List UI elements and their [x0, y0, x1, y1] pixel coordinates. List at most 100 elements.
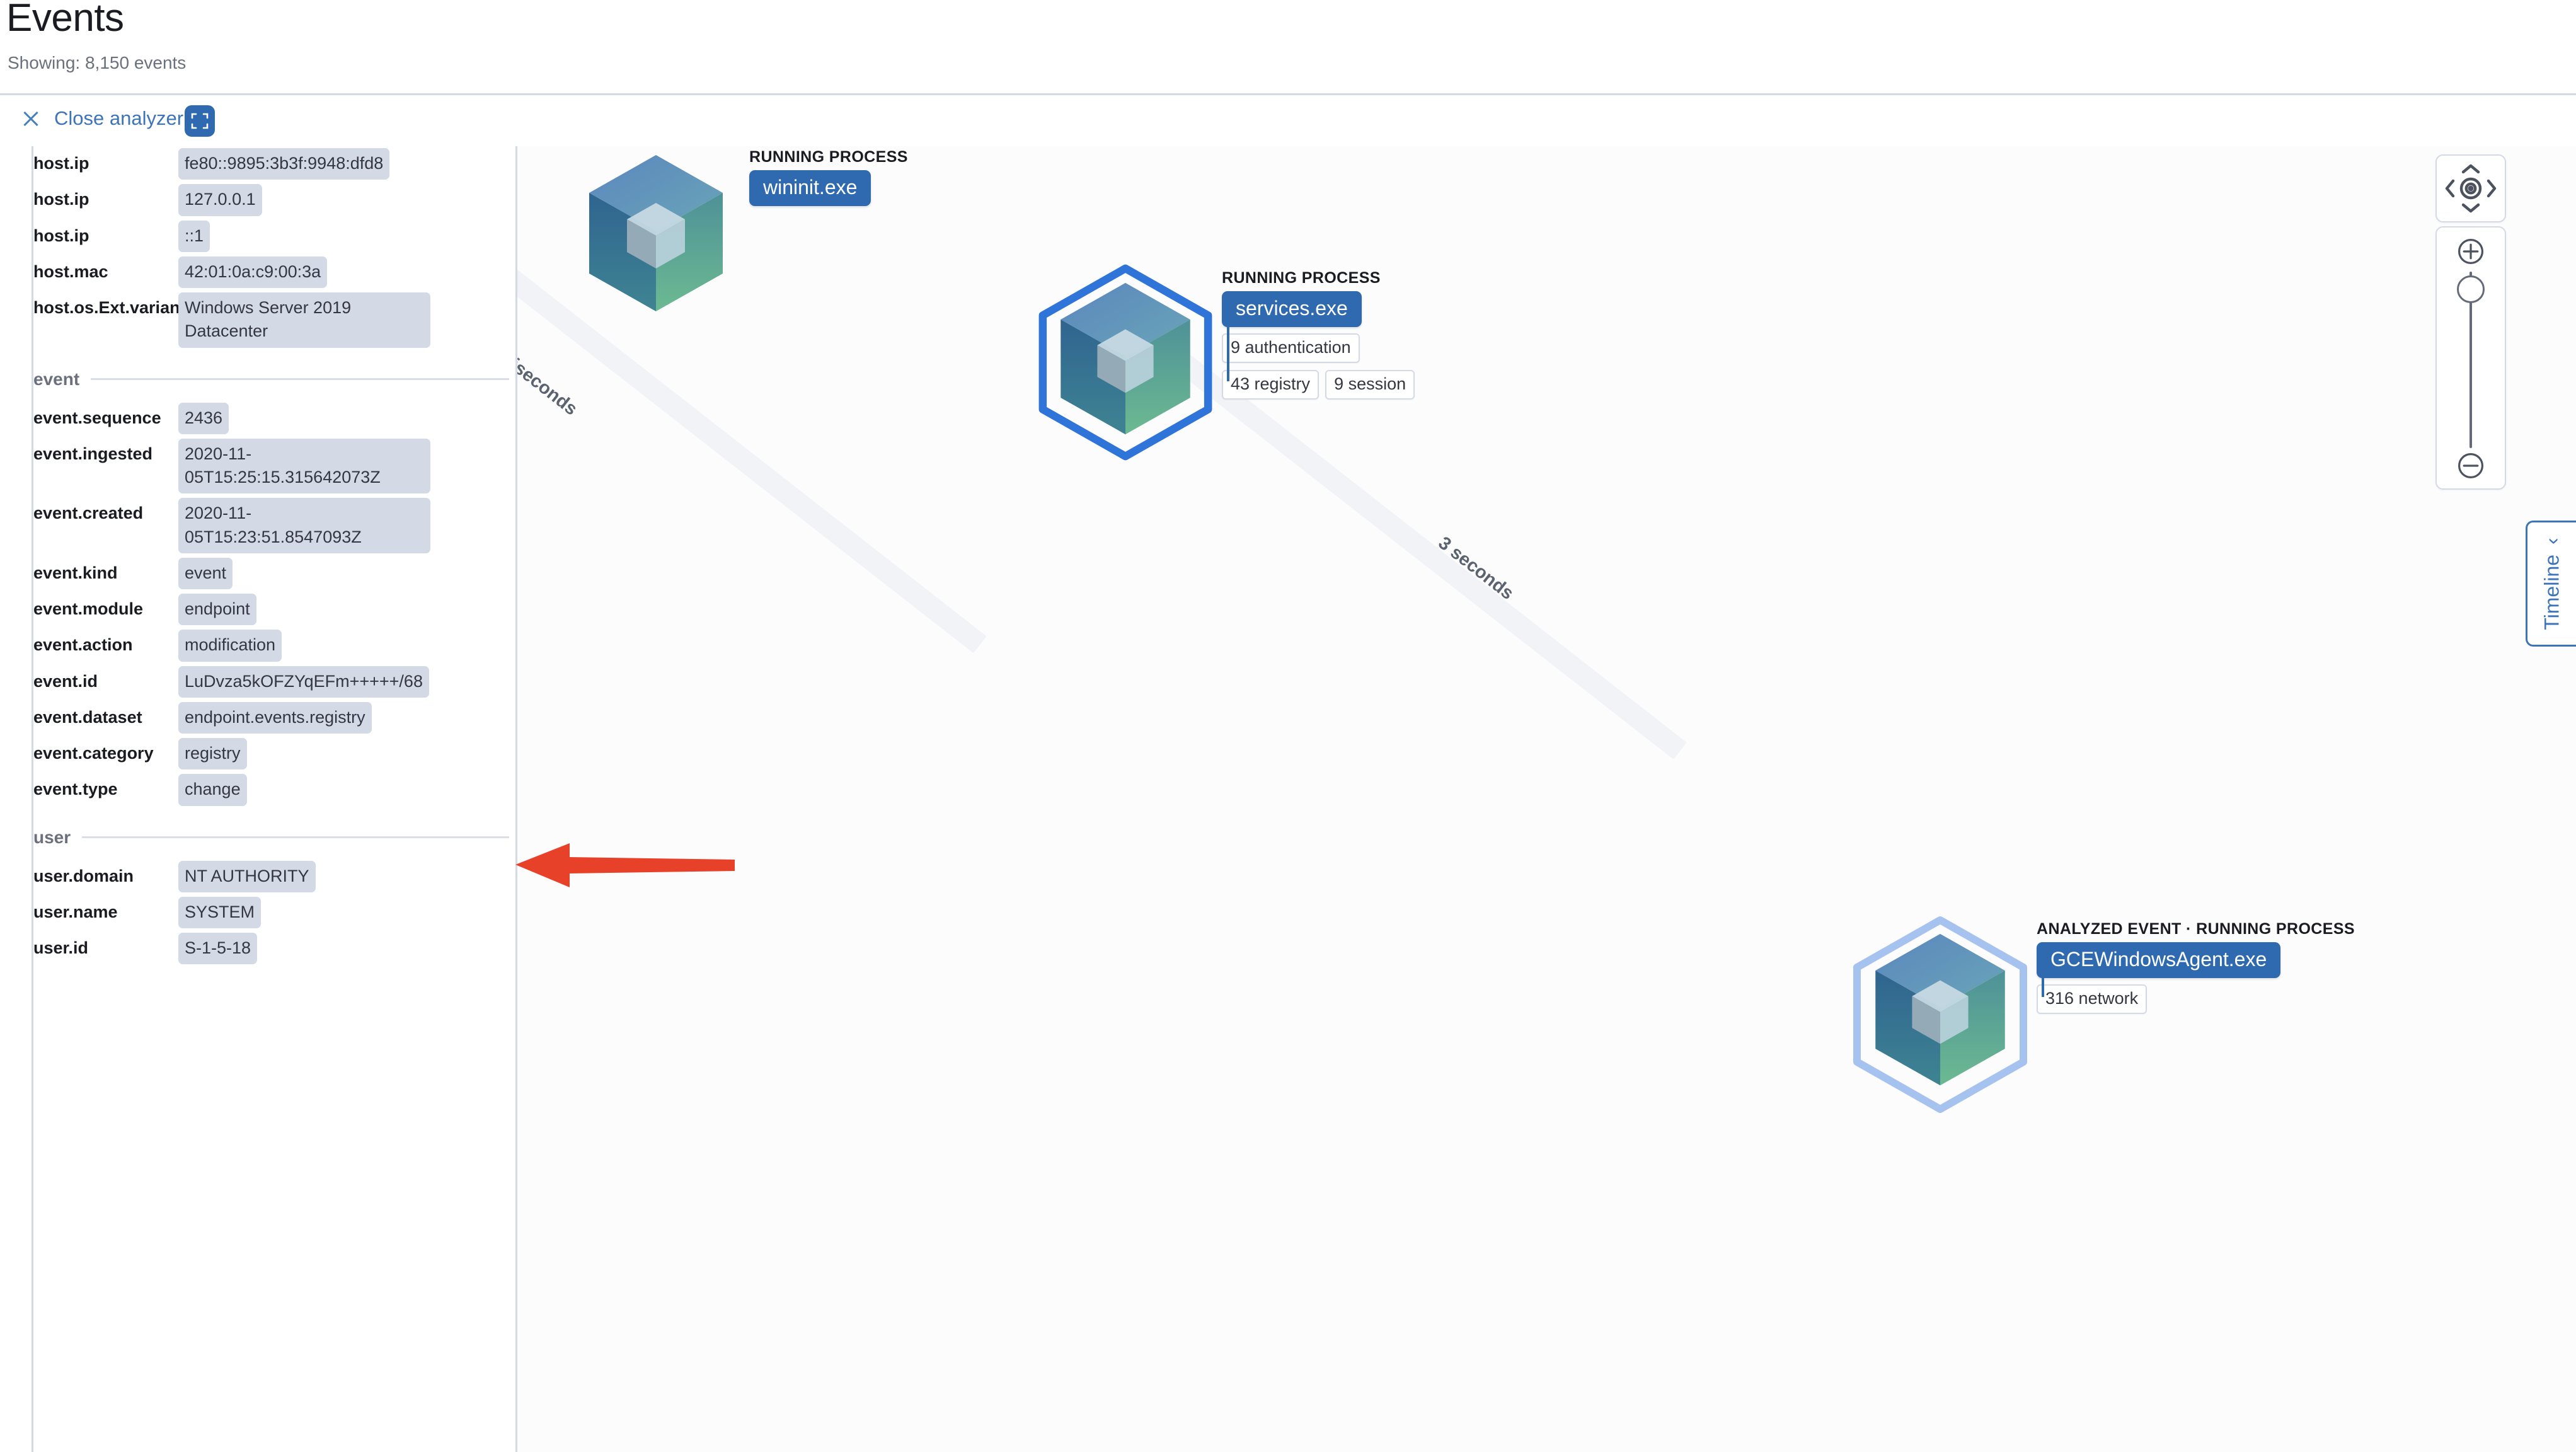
event-category-badge[interactable]: 9 session	[1325, 370, 1415, 400]
detail-field-value[interactable]: NT AUTHORITY	[178, 860, 316, 892]
detail-field-value-wrap: 2020-11-05T15:25:15.315642073Z	[178, 437, 515, 494]
badge-connector-line	[1227, 317, 1229, 381]
node-process-pill[interactable]: wininit.exe	[749, 170, 871, 206]
event-detail-panel[interactable]: host.ip fe80::9895:3b3f:9948:dfd8 host.ip 1…	[32, 146, 515, 1452]
detail-field-key: host.mac	[33, 262, 108, 281]
detail-field-key: event.category	[33, 744, 154, 763]
timeline-tab-inner: Timeline ‹	[2541, 538, 2564, 630]
fullscreen-expand-button[interactable]	[185, 105, 215, 137]
event-category-badge[interactable]: 43 registry	[1222, 370, 1320, 400]
detail-section-title: user	[33, 827, 71, 847]
detail-field-row: host.ip fe80::9895:3b3f:9948:dfd8	[33, 146, 515, 180]
detail-field-value-wrap: change	[178, 772, 515, 806]
detail-field-value[interactable]: fe80::9895:3b3f:9948:dfd8	[178, 148, 390, 180]
detail-field-value-wrap: ::1	[178, 219, 515, 252]
header-divider	[0, 93, 2576, 95]
badge-row: 9 authentication	[1222, 333, 1486, 363]
close-icon	[21, 109, 40, 128]
detail-field-value[interactable]: LuDvza5kOFZYqEFm+++++/68	[178, 666, 429, 698]
detail-field-value[interactable]: modification	[178, 630, 282, 662]
detail-field-row: event.category registry	[33, 736, 515, 770]
detail-field-value-wrap: modification	[178, 628, 515, 662]
detail-field-row: user.id S-1-5-18	[33, 931, 515, 965]
detail-field-list: host.ip fe80::9895:3b3f:9948:dfd8 host.ip 1…	[33, 146, 515, 967]
close-analyzer-button[interactable]: Close analyzer	[21, 108, 183, 128]
detail-field-key: event.action	[33, 635, 133, 655]
detail-field-row: user.domain NT AUTHORITY	[33, 859, 515, 892]
timeline-tab-button[interactable]: Timeline ‹	[2526, 521, 2576, 647]
detail-field-row: host.os.Ext.variant Windows Server 2019 D…	[33, 291, 515, 348]
chevron-right-icon	[2487, 179, 2497, 198]
detail-field-value-wrap: event	[178, 556, 515, 589]
detail-field-key: event.ingested	[33, 444, 153, 463]
detail-field-value[interactable]: 127.0.0.1	[178, 184, 262, 216]
detail-field-row: host.ip::1	[33, 219, 515, 252]
detail-field-value[interactable]: SYSTEM	[178, 896, 262, 928]
node-kind-label: ANALYZED EVENT · RUNNING PROCESS	[2037, 920, 2355, 938]
detail-field-key: host.ip	[33, 226, 89, 245]
detail-field-key: event.type	[33, 780, 118, 799]
timeline-tab-label: Timeline	[2541, 554, 2564, 630]
zoom-out-minus-icon[interactable]	[2456, 451, 2486, 481]
detail-field-value[interactable]: registry	[178, 738, 247, 770]
detail-field-row: event.dataset endpoint.events.registry	[33, 700, 515, 734]
graph-node-meta-services: RUNNING PROCESS services.exe 9 authentic…	[1222, 269, 1415, 400]
chevron-down-icon	[2461, 203, 2480, 213]
zoom-control-group[interactable]	[2435, 226, 2506, 490]
detail-field-value-wrap: endpoint	[178, 592, 515, 626]
section-rule	[91, 378, 509, 380]
detail-field-value[interactable]: ::1	[178, 220, 210, 252]
detail-field-value[interactable]: Windows Server 2019 Datacenter	[178, 292, 430, 348]
detail-field-key: event.id	[33, 671, 98, 691]
detail-field-key: event.sequence	[33, 408, 161, 427]
detail-field-key: user.domain	[33, 866, 134, 885]
detail-field-value[interactable]: S-1-5-18	[178, 933, 258, 965]
zoom-slider-handle[interactable]	[2457, 275, 2485, 303]
detail-field-value[interactable]: 2436	[178, 402, 229, 434]
detail-field-row: event.ingested 2020-11-05T15:25:15.315642…	[33, 437, 515, 494]
detail-field-key: host.ip	[33, 190, 89, 209]
detail-field-value-wrap: 42:01:0a:c9:00:3a	[178, 255, 515, 288]
detail-field-value[interactable]: 2020-11-05T15:25:15.315642073Z	[178, 438, 430, 494]
detail-field-value[interactable]: endpoint	[178, 594, 256, 626]
analyzer-page: Events Showing: 8,150 events Close analy…	[0, 0, 2576, 1452]
detail-field-key: event.dataset	[33, 707, 142, 727]
detail-field-value-wrap: S-1-5-18	[178, 931, 515, 965]
chevron-left-icon: ‹	[2541, 537, 2564, 544]
detail-field-row: event.id LuDvza5kOFZYqEFm+++++/68	[33, 664, 515, 698]
detail-field-value-wrap: LuDvza5kOFZYqEFm+++++/68	[178, 664, 515, 698]
pan-control-group[interactable]	[2435, 154, 2506, 222]
detail-field-value[interactable]: change	[178, 774, 247, 806]
detail-field-row: host.mac 42:01:0a:c9:00:3a	[33, 255, 515, 288]
node-process-pill[interactable]: services.exe	[1222, 291, 1362, 327]
event-category-badge[interactable]: 316 network	[2037, 984, 2148, 1014]
process-graph-canvas[interactable]: 627 milliseconds 3 seconds	[517, 146, 2576, 1452]
detail-field-key: user.id	[33, 938, 89, 957]
section-rule	[82, 836, 509, 838]
detail-field-value[interactable]: endpoint.events.registry	[178, 701, 372, 734]
badge-row: 316 network	[2037, 984, 2301, 1014]
showing-count: Showing: 8,150 events	[8, 53, 187, 72]
chevron-left-icon	[2445, 179, 2455, 198]
detail-field-value-wrap: NT AUTHORITY	[178, 859, 515, 892]
zoom-in-plus-icon[interactable]	[2456, 236, 2486, 267]
detail-field-key: event.module	[33, 599, 144, 618]
detail-field-row: host.ip 127.0.0.1	[33, 182, 515, 216]
node-kind-label: RUNNING PROCESS	[1222, 269, 1381, 287]
close-analyzer-label: Close analyzer	[54, 107, 184, 129]
detail-field-row: user.name SYSTEM	[33, 895, 515, 928]
process-cube-icon	[1061, 282, 1190, 435]
detail-field-key: user.name	[33, 902, 118, 921]
fullscreen-expand-icon	[191, 113, 209, 129]
detail-field-value-wrap: SYSTEM	[178, 895, 515, 928]
event-category-badge[interactable]: 9 authentication	[1222, 333, 1360, 363]
detail-field-value[interactable]: 2020-11-05T15:23:51.8547093Z	[178, 498, 430, 553]
graph-node-meta-gce: ANALYZED EVENT · RUNNING PROCESS GCEWind…	[2037, 920, 2355, 1014]
node-process-pill[interactable]: GCEWindowsAgent.exe	[2037, 942, 2281, 978]
detail-field-row: event.kind event	[33, 556, 515, 589]
detail-field-value[interactable]: event	[178, 557, 233, 589]
page-title: Events	[6, 0, 124, 40]
detail-field-row: event.created 2020-11-05T15:23:51.8547093…	[33, 496, 515, 553]
chevron-up-icon	[2461, 164, 2480, 174]
detail-field-value[interactable]: 42:01:0a:c9:00:3a	[178, 256, 328, 288]
